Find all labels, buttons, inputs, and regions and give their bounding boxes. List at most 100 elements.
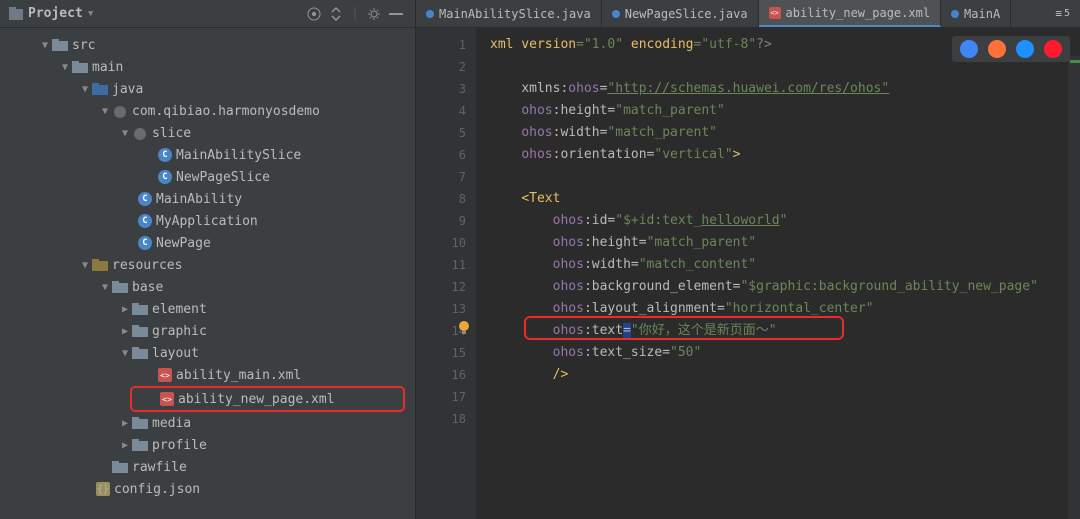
code-line[interactable]: ohos:width="match_parent"	[490, 122, 1080, 144]
class-icon: C	[158, 170, 172, 184]
tree-row[interactable]: CMyApplication	[0, 210, 415, 232]
tree-label: com.qibiao.harmonyosdemo	[132, 104, 320, 119]
tree-arrow[interactable]: ▼	[80, 84, 90, 95]
tree-arrow[interactable]: ▼	[80, 260, 90, 271]
tree-row[interactable]: <>ability_main.xml	[0, 364, 415, 386]
project-tree[interactable]: ▼src▼main▼java▼com.qibiao.harmonyosdemo▼…	[0, 28, 415, 519]
tree-row[interactable]: ▶profile	[0, 434, 415, 456]
tree-arrow[interactable]: ▶	[120, 440, 130, 451]
tree-label: layout	[152, 346, 199, 361]
tree-row[interactable]: ▼ main	[0, 56, 415, 78]
gear-icon[interactable]	[363, 3, 385, 25]
code-editor[interactable]: xml version="1.0" encoding="utf-8"?> xml…	[476, 28, 1080, 519]
code-line[interactable]: ohos:text_size="50"	[490, 342, 1080, 364]
class-icon	[612, 10, 620, 18]
tree-arrow[interactable]: ▼	[40, 40, 50, 51]
tree-row[interactable]: ▼ com.qibiao.harmonyosdemo	[0, 100, 415, 122]
tree-label: config.json	[114, 482, 200, 497]
code-line[interactable]: <Text	[490, 188, 1080, 210]
collapse-icon[interactable]	[385, 3, 407, 25]
code-line[interactable]	[490, 166, 1080, 188]
code-line[interactable]: ohos:height="match_parent"	[490, 100, 1080, 122]
tree-row[interactable]: ▼ layout	[0, 342, 415, 364]
tree-label: ability_new_page.xml	[178, 392, 335, 407]
tree-row[interactable]: ▼ src	[0, 34, 415, 56]
project-pane: Project ▾ | ▼src▼main▼java▼com.qibiao.ha…	[0, 0, 416, 519]
tab-label: ability_new_page.xml	[786, 6, 931, 20]
tree-label: MyApplication	[156, 214, 258, 229]
intention-bulb-icon[interactable]	[456, 320, 472, 336]
chrome-icon[interactable]	[960, 40, 978, 58]
line-number: 17	[416, 386, 466, 408]
tree-row[interactable]: ▼resources	[0, 254, 415, 276]
tree-label: NewPageSlice	[176, 170, 270, 185]
folder-icon	[112, 460, 128, 474]
folder-icon	[112, 280, 128, 294]
tree-row[interactable]: C NewPage	[0, 232, 415, 254]
code-line[interactable]	[490, 386, 1080, 408]
target-icon[interactable]	[303, 3, 325, 25]
code-line[interactable]: xmlns:ohos="http://schemas.huawei.com/re…	[490, 78, 1080, 100]
overflow-tabs[interactable]: ≡5	[1045, 0, 1080, 27]
tree-label: src	[72, 38, 95, 53]
tree-arrow[interactable]: ▶	[120, 304, 130, 315]
line-number: 7	[416, 166, 466, 188]
code-line[interactable]: ohos:background_element="$graphic:backgr…	[490, 276, 1080, 298]
editor-tab[interactable]: MainAbilitySlice.java	[416, 0, 602, 27]
tree-row[interactable]: <>ability_new_page.xml	[132, 388, 403, 410]
tree-arrow[interactable]: ▼	[120, 348, 130, 359]
tree-label: MainAbility	[156, 192, 242, 207]
tree-arrow[interactable]: ▼	[120, 128, 130, 139]
tree-arrow[interactable]: ▼	[100, 106, 110, 117]
tree-row[interactable]: CMainAbilitySlice	[0, 144, 415, 166]
dropdown-arrow-icon[interactable]: ▾	[87, 6, 95, 21]
tree-row[interactable]: ▼slice	[0, 122, 415, 144]
overflow-icon: ≡	[1055, 7, 1062, 20]
tree-label: main	[92, 60, 123, 75]
opera-icon[interactable]	[1044, 40, 1062, 58]
line-number: 5	[416, 122, 466, 144]
tree-label: NewPage	[156, 236, 211, 251]
code-line[interactable]: ohos:id="$+id:text_helloworld"	[490, 210, 1080, 232]
tree-row[interactable]: C MainAbility	[0, 188, 415, 210]
tree-row[interactable]: rawfile	[0, 456, 415, 478]
folder-icon	[132, 416, 148, 430]
code-line[interactable]	[490, 408, 1080, 430]
tree-arrow[interactable]: ▶	[120, 418, 130, 429]
tree-row[interactable]: {}config.json	[0, 478, 415, 500]
editor-tab[interactable]: MainA	[941, 0, 1011, 27]
code-line[interactable]: ohos:orientation="vertical">	[490, 144, 1080, 166]
tree-arrow[interactable]: ▼	[60, 62, 70, 73]
tab-label: MainA	[964, 7, 1000, 21]
class-icon: C	[138, 192, 152, 206]
code-line[interactable]: ohos:height="match_parent"	[490, 232, 1080, 254]
tree-row[interactable]: ▶element	[0, 298, 415, 320]
expand-icon[interactable]	[325, 3, 347, 25]
project-title: Project	[28, 6, 83, 21]
code-line[interactable]: ohos:width="match_content"	[490, 254, 1080, 276]
editor-tab[interactable]: NewPageSlice.java	[602, 0, 759, 27]
browser-preview-icons	[952, 36, 1070, 62]
tree-arrow[interactable]: ▶	[120, 326, 130, 337]
class-icon: C	[138, 236, 152, 250]
divider: |	[351, 6, 359, 21]
editor-tab[interactable]: <>ability_new_page.xml	[759, 0, 942, 27]
code-line[interactable]: />	[490, 364, 1080, 386]
line-number: 16	[416, 364, 466, 386]
folder-icon	[132, 438, 148, 452]
line-number: 15	[416, 342, 466, 364]
safari-icon[interactable]	[1016, 40, 1034, 58]
class-icon	[426, 10, 434, 18]
tree-label: graphic	[152, 324, 207, 339]
tree-row[interactable]: C NewPageSlice	[0, 166, 415, 188]
tree-label: MainAbilitySlice	[176, 148, 301, 163]
firefox-icon[interactable]	[988, 40, 1006, 58]
tree-row[interactable]: ▼java	[0, 78, 415, 100]
tree-row[interactable]: ▶ graphic	[0, 320, 415, 342]
tree-arrow[interactable]: ▼	[100, 282, 110, 293]
tree-row[interactable]: ▼base	[0, 276, 415, 298]
folder-icon	[132, 346, 148, 360]
tree-label: rawfile	[132, 460, 187, 475]
editor-area: MainAbilitySlice.javaNewPageSlice.java<>…	[416, 0, 1080, 519]
tree-row[interactable]: ▶media	[0, 412, 415, 434]
